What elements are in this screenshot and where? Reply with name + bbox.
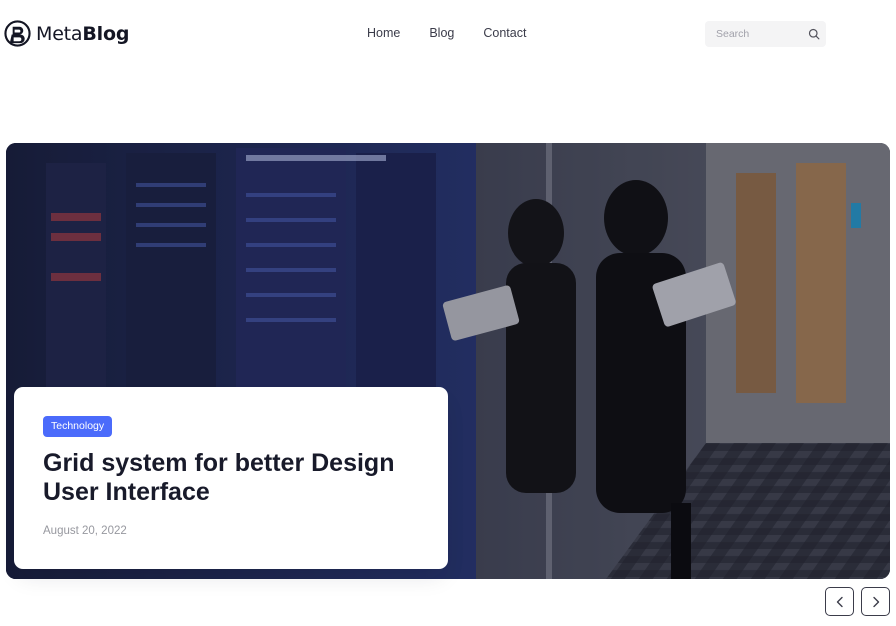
search-input[interactable] [705,21,800,47]
main-nav: Home Blog Contact [367,26,555,40]
search-icon[interactable] [808,28,820,40]
featured-post-card[interactable]: Technology Grid system for better Design… [14,387,448,569]
chevron-left-icon [836,596,843,607]
next-slide-button[interactable] [861,587,890,616]
logo-mark-icon [4,20,31,47]
category-badge[interactable]: Technology [43,416,113,437]
brand-logo[interactable]: MetaBlog [4,20,129,47]
brand-suffix: Blog [82,22,130,45]
post-title[interactable]: Grid system for better Design User Inter… [43,449,403,507]
post-date: August 20, 2022 [43,525,127,537]
nav-link-contact[interactable]: Contact [483,26,526,40]
previous-slide-button[interactable] [825,587,854,616]
brand-name: MetaBlog [36,23,129,45]
brand-prefix: Meta [36,22,83,45]
search-box [705,21,826,47]
navbar: MetaBlog Home Blog Contact [0,0,896,68]
nav-link-blog[interactable]: Blog [429,26,454,40]
chevron-right-icon [872,596,879,607]
nav-link-home[interactable]: Home [367,26,400,40]
